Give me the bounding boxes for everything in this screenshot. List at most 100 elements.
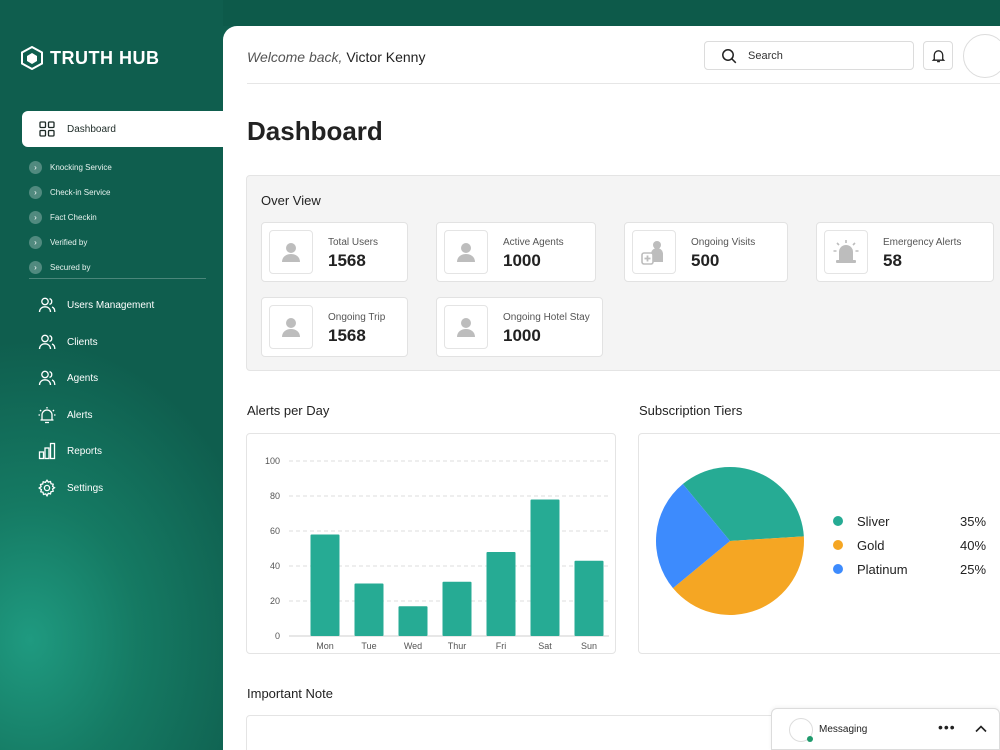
chevron-right-icon: › — [29, 260, 42, 274]
y-tick-label: 100 — [265, 456, 280, 466]
user-icon — [282, 318, 300, 337]
sidebar-subitem-label: Check-in Service — [50, 187, 111, 197]
x-tick-label: Thur — [448, 641, 467, 651]
sidebar-item-alerts[interactable]: Alerts — [38, 405, 93, 425]
stat-card-ongoing-visits[interactable]: Ongoing Visits 500 — [624, 222, 788, 282]
chevron-up-icon[interactable] — [974, 722, 988, 736]
stat-label: Emergency Alerts — [883, 237, 962, 248]
stat-label: Total Users — [328, 237, 379, 248]
bar-sun[interactable] — [574, 560, 604, 636]
top-strip — [223, 0, 1000, 26]
sidebar: TRUTH HUB Dashboard › Knocking Service ›… — [0, 0, 223, 750]
alarm-icon — [38, 407, 56, 424]
legend-swatch — [833, 564, 843, 574]
stat-icon-box — [269, 230, 313, 274]
brand-name: TRUTH HUB — [50, 47, 160, 68]
overview-panel: Over View Total Users 1568 Active Agents… — [246, 175, 1000, 371]
x-tick-label: Wed — [404, 641, 422, 651]
messaging-label: Messaging — [819, 724, 868, 735]
sidebar-item-users-management[interactable]: Users Management — [38, 295, 154, 315]
brand-logo[interactable]: TRUTH HUB — [21, 46, 160, 70]
sidebar-subitem-verified-by[interactable]: › Verified by — [29, 235, 87, 249]
bar-thur[interactable] — [442, 581, 472, 636]
stat-icon-box — [824, 230, 868, 274]
sidebar-item-reports[interactable]: Reports — [38, 441, 102, 461]
chevron-right-icon: › — [29, 160, 42, 174]
search-placeholder: Search — [748, 49, 783, 62]
sidebar-subitem-knocking-service[interactable]: › Knocking Service — [29, 160, 112, 174]
legend-label: Gold — [857, 537, 885, 553]
welcome-text: Welcome back, — [247, 49, 343, 65]
legend-item-sliver: Sliver 35% — [833, 513, 1000, 529]
search-input[interactable]: Search — [704, 41, 914, 70]
chevron-right-icon: › — [29, 210, 42, 224]
stat-card-emergency-alerts[interactable]: Emergency Alerts 58 — [816, 222, 994, 282]
legend-percent: 35% — [960, 513, 987, 529]
user-icon — [457, 243, 475, 262]
bar-sat[interactable] — [530, 499, 560, 637]
legend-swatch — [833, 540, 843, 550]
sidebar-item-clients[interactable]: Clients — [38, 332, 98, 352]
sidebar-subitem-label: Secured by — [50, 262, 91, 272]
users-icon — [38, 334, 56, 350]
x-tick-label: Sat — [538, 641, 552, 651]
sidebar-item-settings[interactable]: Settings — [38, 478, 103, 498]
alerts-bar-chart-card: 0 20 40 60 80 100 Mon Tue Wed Thur Fri Sat Sun — [246, 433, 616, 654]
stat-label: Ongoing Trip — [328, 312, 386, 323]
sidebar-divider — [29, 278, 206, 279]
sidebar-subitem-label: Fact Checkin — [50, 212, 97, 222]
stat-value: 1000 — [503, 251, 541, 270]
bar-fri[interactable] — [486, 552, 516, 636]
main-content: Welcome back, Victor Kenny Search Dashbo… — [223, 26, 1000, 750]
x-tick-label: Sun — [581, 641, 597, 651]
header-divider — [247, 83, 1000, 84]
chevron-right-icon: › — [29, 235, 42, 249]
legend-item-platinum: Platinum 25% — [833, 561, 1000, 577]
bar-chart-icon — [38, 442, 56, 460]
sidebar-subitem-label: Knocking Service — [50, 162, 112, 172]
avatar[interactable] — [963, 34, 1000, 78]
sidebar-item-label: Settings — [67, 482, 104, 494]
user-name: Victor Kenny — [346, 49, 426, 65]
sidebar-item-label: Agents — [67, 372, 99, 384]
alerts-bar-chart: 0 20 40 60 80 100 Mon Tue Wed Thur Fri Sat Sun — [265, 456, 609, 651]
stat-label: Ongoing Hotel Stay — [503, 312, 590, 323]
stat-value: 500 — [691, 251, 720, 270]
stat-card-ongoing-hotel-stay[interactable]: Ongoing Hotel Stay 1000 — [436, 297, 603, 357]
important-note-title: Important Note — [247, 686, 333, 701]
messaging-widget[interactable]: Messaging ••• — [771, 708, 1000, 750]
sidebar-item-label: Clients — [67, 336, 98, 348]
sidebar-item-label: Users Management — [67, 299, 155, 311]
sidebar-subitem-fact-checkin[interactable]: › Fact Checkin — [29, 210, 97, 224]
subscription-pie-chart-card: Sliver 35% Gold 40% Platinum 25% — [638, 433, 1000, 654]
more-options-icon[interactable]: ••• — [938, 719, 956, 735]
sidebar-subitem-check-in-service[interactable]: › Check-in Service — [29, 185, 110, 199]
users-icon — [38, 297, 56, 313]
stat-icon-box — [444, 305, 488, 349]
grid-icon — [39, 121, 55, 137]
sidebar-item-label: Dashboard — [67, 123, 116, 135]
sidebar-item-dashboard[interactable]: Dashboard — [22, 111, 223, 147]
legend-swatch — [833, 516, 843, 526]
alerts-chart-title: Alerts per Day — [247, 403, 330, 418]
sidebar-item-label: Reports — [67, 445, 103, 457]
y-tick-label: 40 — [270, 561, 280, 571]
welcome-message: Welcome back, Victor Kenny — [247, 49, 425, 65]
sidebar-item-agents[interactable]: Agents — [38, 368, 98, 388]
chevron-right-icon: › — [29, 185, 42, 199]
search-icon — [722, 48, 737, 63]
stat-icon-box — [444, 230, 488, 274]
sidebar-subitem-secured-by[interactable]: › Secured by — [29, 260, 90, 274]
bar-wed[interactable] — [398, 606, 428, 636]
subscription-chart-title: Subscription Tiers — [639, 403, 743, 418]
bar-mon[interactable] — [310, 534, 340, 637]
stat-card-ongoing-trip[interactable]: Ongoing Trip 1568 — [261, 297, 408, 357]
stat-card-active-agents[interactable]: Active Agents 1000 — [436, 222, 596, 282]
stat-label: Active Agents — [503, 237, 564, 248]
stat-card-total-users[interactable]: Total Users 1568 — [261, 222, 408, 282]
bar-tue[interactable] — [354, 583, 384, 637]
stat-value: 58 — [883, 251, 902, 270]
stat-label: Ongoing Visits — [691, 237, 756, 248]
notifications-button[interactable] — [923, 41, 953, 70]
legend-percent: 40% — [960, 537, 987, 553]
